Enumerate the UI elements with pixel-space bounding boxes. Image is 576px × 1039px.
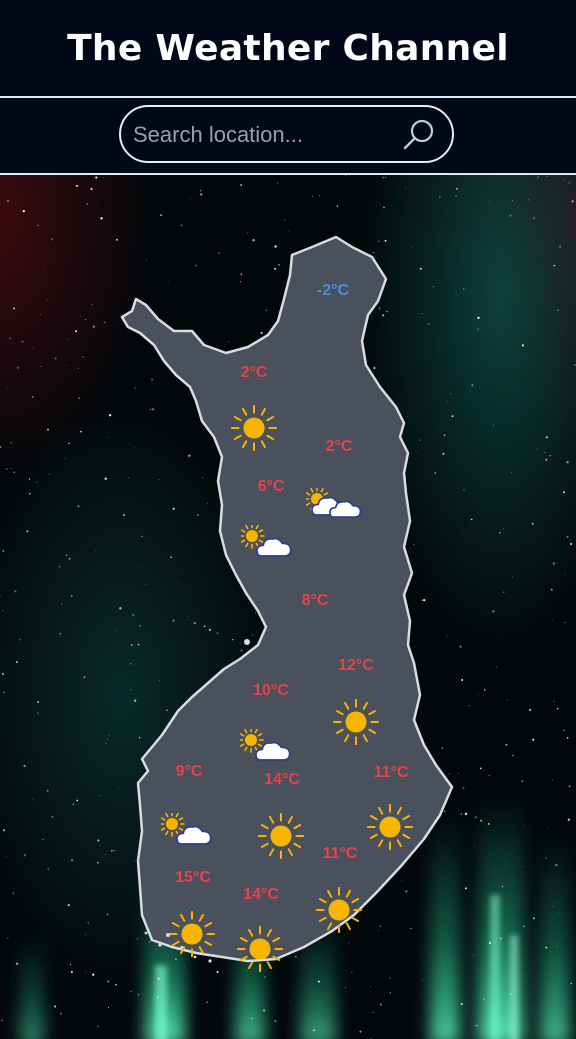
temperature-label: 2°C [325, 438, 353, 455]
temperature-label: 14°C [264, 771, 300, 788]
temperature-label: 6°C [257, 478, 285, 495]
search-box [119, 105, 454, 163]
sun-icon [315, 886, 363, 934]
temperature-label: 8°C [301, 592, 329, 609]
temperature-label: 12°C [338, 657, 374, 674]
search-icon[interactable] [402, 118, 436, 152]
temperature-label: 11°C [373, 764, 409, 781]
sun-icon [257, 812, 305, 860]
temperature-label: 9°C [175, 763, 203, 780]
partly-cloudy-icon [241, 525, 299, 559]
partly-cloudy-icon [306, 488, 368, 522]
temperature-label: 10°C [253, 682, 289, 699]
temperature-label: 2°C [240, 364, 268, 381]
map-background [0, 175, 576, 1039]
search-bar [0, 98, 576, 173]
temperature-label: 15°C [175, 869, 211, 886]
sun-icon [332, 698, 380, 746]
sun-icon [366, 803, 414, 851]
app-title: The Weather Channel [67, 27, 509, 69]
temperature-label: 11°C [322, 845, 358, 862]
partly-cloudy-icon [161, 813, 219, 847]
sun-icon [168, 910, 216, 958]
temperature-label: 14°C [243, 886, 279, 903]
app-header: The Weather Channel [0, 0, 576, 96]
search-input[interactable] [131, 115, 395, 155]
partly-cloudy-icon [240, 729, 298, 763]
sun-icon [230, 404, 278, 452]
temperature-label: -2°C [316, 282, 350, 299]
weather-map: -2°C 2°C 2°C 6°C 8°C 12°C 10°C 9°C 14°C 11°C 11°C 1… [0, 175, 576, 1039]
sun-icon [236, 925, 284, 973]
